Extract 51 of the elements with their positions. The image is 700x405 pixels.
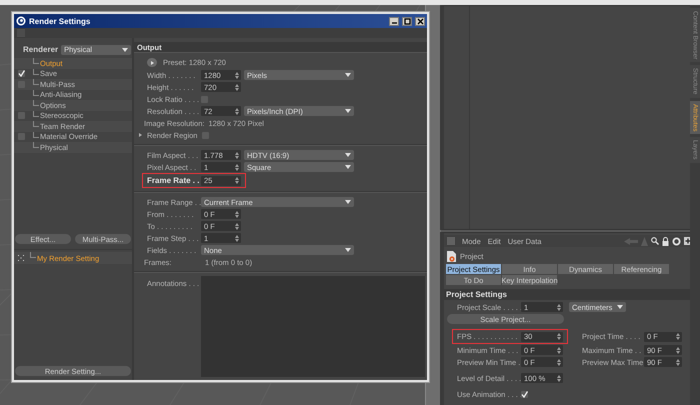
caret-icon [345,248,351,252]
ring-icon [16,16,26,26]
spin-arrows-icon [557,374,561,382]
spin-arrows-icon [235,210,239,218]
spin-arrows-icon [235,222,239,230]
caret-icon [122,48,128,52]
spin-arrows-icon [676,333,680,340]
target-icon[interactable] [672,236,681,246]
spin-arrows-icon [676,358,680,366]
minimize-button[interactable] [389,16,399,26]
spin-arrows-icon [235,108,239,114]
dotted-cross-icon [18,255,24,261]
checkbox[interactable] [18,70,24,78]
spin-arrows-icon [235,72,239,78]
caret-icon [345,153,351,157]
search-icon[interactable] [651,237,659,245]
preset-button[interactable] [147,58,157,67]
spin-arrows-icon [557,358,561,366]
lock-icon[interactable] [662,236,669,246]
caret-icon [345,109,351,113]
check-icon [18,70,24,78]
spin-arrows-icon [235,84,239,90]
document-gear-icon [447,250,456,262]
caret-icon [345,200,351,204]
maximize-icon [402,16,412,26]
spin-arrows-icon [235,164,239,170]
checkbox[interactable] [18,112,24,120]
spin-arrows-icon [235,177,239,184]
spin-arrows-icon [557,346,561,354]
maximize-button[interactable] [402,16,412,26]
expand-arrow-icon [139,133,142,137]
close-button[interactable] [415,16,425,26]
spin-arrows-icon [557,333,561,340]
grid-icon [447,237,455,245]
spin-arrows-icon [676,346,680,354]
checkbox[interactable] [18,80,24,88]
close-icon [416,16,424,26]
checkbox[interactable] [521,390,528,398]
renderer-label: Renderer [23,45,58,54]
caret-icon [345,73,351,77]
play-icon [150,60,154,64]
spin-arrows-icon [557,304,561,310]
checkbox[interactable] [18,133,24,140]
grip-icon [17,29,25,37]
caret-icon [345,165,351,169]
caret-icon [617,305,623,309]
spin-arrows-icon [235,234,239,242]
window-title: Render Settings [29,16,92,26]
field-label: Frame Rate . . [147,176,200,185]
check-icon [521,390,528,398]
spin-arrows-icon [235,152,239,158]
